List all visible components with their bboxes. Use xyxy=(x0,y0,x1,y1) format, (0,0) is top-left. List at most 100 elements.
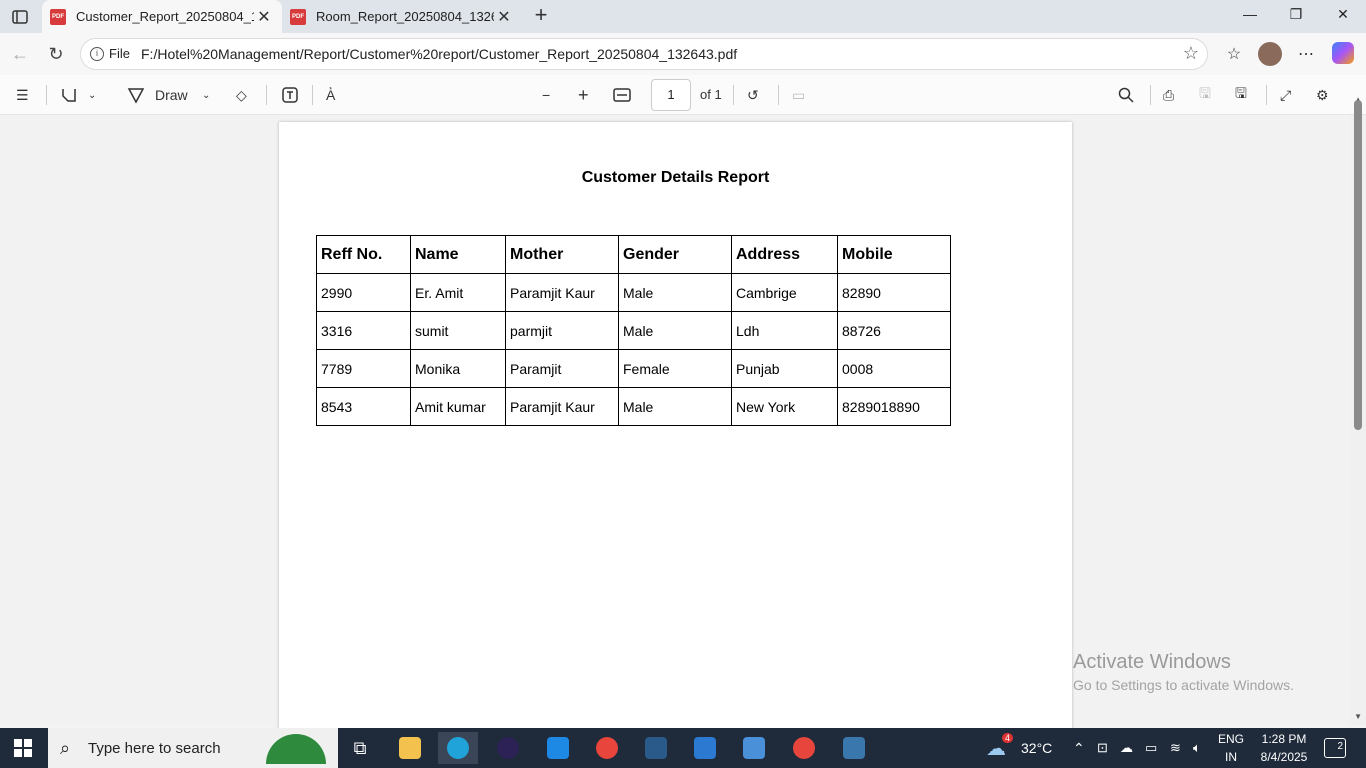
tab-bar: PDF Customer_Report_20250804_132643.pdf … xyxy=(0,0,1366,33)
vscode-icon[interactable] xyxy=(538,732,578,764)
pdf-viewer[interactable]: Customer Details Report Reff No. Name Mo… xyxy=(0,95,1366,732)
minimize-button[interactable]: — xyxy=(1239,6,1261,26)
refresh-button[interactable]: ↻ xyxy=(44,42,68,66)
scrollbar[interactable]: ▲ ▼ xyxy=(1350,95,1366,725)
column-header: Mother xyxy=(505,235,619,274)
draw-button[interactable]: Draw xyxy=(127,83,188,107)
table-header-row: Reff No. Name Mother Gender Address Mobi… xyxy=(316,235,951,274)
rotate-icon[interactable]: ↺ xyxy=(747,83,759,107)
notification-center-icon[interactable]: 2 xyxy=(1324,738,1346,758)
python-icon[interactable] xyxy=(834,732,874,764)
table-cell: 8543 xyxy=(316,387,411,426)
pdf-toolbar: ☰ ⌄ Draw ⌄ ◇ A͐ − + 1 of 1 ↺ ▭ ⎙ 🖫 🖫 ⤢ ⚙ xyxy=(0,75,1366,115)
zoom-out-icon[interactable]: − xyxy=(542,83,550,107)
page-view-icon[interactable]: ▭ xyxy=(792,83,805,107)
tab-customer-report[interactable]: PDF Customer_Report_20250804_132643.pdf … xyxy=(42,0,282,33)
save-as-icon[interactable]: 🖫 xyxy=(1235,83,1247,107)
chrome-profile-icon[interactable] xyxy=(784,732,824,764)
zoom-in-icon[interactable]: + xyxy=(578,83,589,107)
favorites-icon[interactable]: ☆ xyxy=(1222,42,1246,66)
column-header: Gender xyxy=(618,235,732,274)
star-icon[interactable]: ☆ xyxy=(1183,43,1199,64)
tab-actions-icon[interactable] xyxy=(6,6,34,28)
windows-start-icon[interactable] xyxy=(14,739,32,757)
new-tab-button[interactable]: + xyxy=(530,4,552,27)
table-cell: 2990 xyxy=(316,273,411,312)
restore-button[interactable]: ❐ xyxy=(1285,6,1307,26)
mysql-workbench-icon[interactable] xyxy=(636,732,676,764)
customer-table: Reff No. Name Mother Gender Address Mobi… xyxy=(316,235,951,426)
table-cell: 88726 xyxy=(837,311,951,350)
settings-icon[interactable]: ⚙ xyxy=(1316,83,1329,107)
read-aloud-icon[interactable]: A͐ xyxy=(326,83,335,107)
onedrive-icon[interactable]: ☁ xyxy=(1120,728,1133,768)
table-cell: sumit xyxy=(410,311,506,350)
column-header: Name xyxy=(410,235,506,274)
chrome-icon[interactable] xyxy=(587,732,627,764)
fullscreen-icon[interactable]: ⤢ xyxy=(1280,83,1291,107)
clock[interactable]: 1:28 PM 8/4/2025 xyxy=(1256,730,1312,766)
taskbar-search[interactable]: ⌕ Type here to search xyxy=(48,728,338,768)
copilot-icon[interactable] xyxy=(1332,42,1354,64)
page-number-input[interactable]: 1 xyxy=(651,79,691,111)
scroll-down-icon[interactable]: ▼ xyxy=(1354,712,1362,721)
contents-icon[interactable]: ☰ xyxy=(16,83,29,107)
chevron-up-icon[interactable]: ⌃ xyxy=(1073,728,1085,768)
table-cell: Female xyxy=(618,349,732,388)
close-window-button[interactable]: ✕ xyxy=(1332,6,1354,26)
table-cell: Male xyxy=(618,311,732,350)
url-field[interactable]: i File F:/Hotel%20Management/Report/Cust… xyxy=(80,38,1208,70)
search-placeholder: Type here to search xyxy=(88,740,221,757)
file-explorer-icon[interactable] xyxy=(390,732,430,764)
app-window-icon[interactable] xyxy=(685,732,725,764)
info-icon[interactable]: i xyxy=(90,47,104,61)
task-view-icon[interactable]: ⧉ xyxy=(340,732,380,764)
back-button[interactable]: ← xyxy=(8,42,32,66)
tab-title: Customer_Report_20250804_132643.pdf xyxy=(76,9,254,24)
url-scheme-label: File xyxy=(109,46,130,61)
tab-room-report[interactable]: PDF Room_Report_20250804_132635.pdf ✕ xyxy=(282,0,522,33)
table-cell: Punjab xyxy=(731,349,838,388)
separator xyxy=(266,85,267,105)
column-header: Address xyxy=(731,235,838,274)
separator xyxy=(312,85,313,105)
table-cell: Amit kumar xyxy=(410,387,506,426)
battery-icon[interactable]: ▭ xyxy=(1145,728,1157,768)
remote-desktop-icon[interactable] xyxy=(734,732,774,764)
table-cell: 8289018890 xyxy=(837,387,951,426)
pdf-page: Customer Details Report Reff No. Name Mo… xyxy=(279,122,1072,732)
more-icon[interactable]: ⋯ xyxy=(1294,42,1318,66)
text-box-icon[interactable] xyxy=(281,83,299,107)
eraser-icon[interactable]: ◇ xyxy=(236,83,247,107)
date: 8/4/2025 xyxy=(1260,750,1308,764)
save-icon[interactable]: 🖫 xyxy=(1199,83,1211,107)
edge-icon[interactable] xyxy=(438,732,478,764)
temperature: 32°C xyxy=(1021,740,1053,756)
separator xyxy=(733,85,734,105)
url-text[interactable]: F:/Hotel%20Management/Report/Customer%20… xyxy=(141,46,737,62)
page-count-label: of 1 xyxy=(700,87,722,102)
weather-widget[interactable]: ☁ 4 32°C xyxy=(986,728,1052,768)
search-icon[interactable] xyxy=(1118,83,1134,107)
table-cell: Monika xyxy=(410,349,506,388)
wifi-icon[interactable]: ≋ xyxy=(1170,728,1181,768)
scrollbar-thumb[interactable] xyxy=(1354,100,1362,430)
chevron-down-icon[interactable]: ⌄ xyxy=(88,83,96,107)
pdf-icon: PDF xyxy=(290,8,306,25)
activation-watermark-text: Go to Settings to activate Windows. xyxy=(1073,677,1294,693)
close-icon[interactable]: ✕ xyxy=(254,7,274,27)
volume-icon[interactable]: 🔈︎ xyxy=(1193,728,1201,768)
tab-title: Room_Report_20250804_132635.pdf xyxy=(316,9,494,24)
table-row: 2990 Er. Amit Paramjit Kaur Male Cambrig… xyxy=(316,273,951,312)
eclipse-icon[interactable] xyxy=(488,732,528,764)
draw-label: Draw xyxy=(155,87,188,103)
close-icon[interactable]: ✕ xyxy=(494,7,514,27)
avatar[interactable] xyxy=(1258,42,1282,66)
print-icon[interactable]: ⎙ xyxy=(1163,83,1174,107)
language-indicator[interactable]: ENG IN xyxy=(1218,730,1244,766)
highlight-icon[interactable] xyxy=(60,83,78,107)
chevron-down-icon[interactable]: ⌄ xyxy=(202,83,210,107)
fit-page-icon[interactable] xyxy=(613,83,631,107)
meet-now-icon[interactable]: ⊡ xyxy=(1097,728,1108,768)
time: 1:28 PM xyxy=(1261,732,1307,746)
